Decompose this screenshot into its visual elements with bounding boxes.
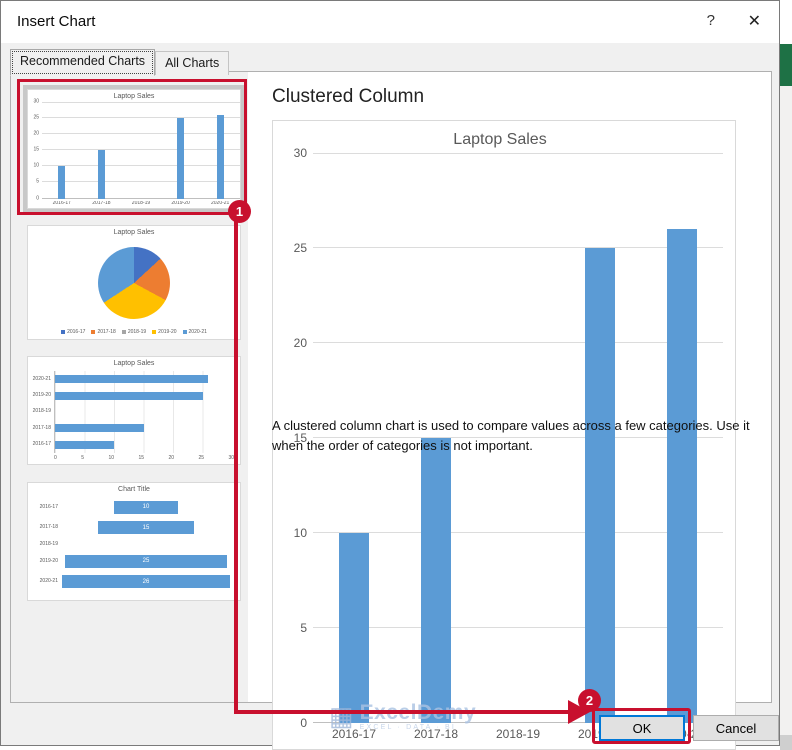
- tab-all-charts[interactable]: All Charts: [155, 51, 230, 75]
- excel-window-edge: [780, 0, 792, 750]
- preview-heading: Clustered Column: [272, 86, 425, 107]
- chart-description: A clustered column chart is used to comp…: [272, 418, 750, 453]
- exceldemy-watermark: ▦ ExcelDemy EXCEL · DATA · BI: [329, 701, 476, 731]
- thumbnail-pie-chart: Laptop Sales 2016-17 2017-18 2018-19 2019-20…: [27, 225, 241, 340]
- tab-all-charts-label: All Charts: [165, 56, 220, 70]
- dialog-title: Insert Chart: [17, 13, 96, 30]
- excel-edge-green: [780, 44, 792, 86]
- screen: Insert Chart ? ✕ Recommended Charts All …: [0, 0, 792, 750]
- tab-recommended-charts-label: Recommended Charts: [20, 54, 146, 68]
- thumbnail-funnel-chart: Chart Title 2016-17 10 2017-18 15 2018-19 2019…: [27, 482, 241, 601]
- cancel-button[interactable]: Cancel: [693, 715, 779, 741]
- excel-edge-gray: [780, 735, 792, 750]
- tabstrip: Recommended Charts All Charts: [10, 49, 230, 76]
- thumbnail-funnel[interactable]: Chart Title 2016-17 10 2017-18 15 2018-19 2019…: [23, 478, 245, 605]
- watermark-tagline: EXCEL · DATA · BI: [359, 724, 456, 732]
- annotation-box-step2: [592, 708, 691, 744]
- help-icon[interactable]: ?: [707, 12, 715, 29]
- annotation-step-1-badge: 1: [228, 200, 251, 223]
- tab-recommended-charts[interactable]: Recommended Charts: [10, 49, 156, 76]
- thumbnail-clustered-bar-chart: Laptop Sales 2020-21 2019-20 2018-19 2017-18…: [27, 356, 241, 465]
- preview-panel: Clustered Column Laptop Sales 0 5 10 15 20 25 3…: [248, 72, 771, 750]
- thumbnail-pie[interactable]: Laptop Sales 2016-17 2017-18 2018-19 2019-20…: [23, 221, 245, 344]
- exceldemy-logo-icon: ▦: [329, 701, 354, 732]
- annotation-arrow-vertical-line: [234, 213, 238, 712]
- excel-edge-white: [780, 0, 792, 44]
- annotation-arrow-horizontal-line: [234, 710, 570, 714]
- close-icon[interactable]: ✕: [748, 11, 761, 31]
- thumbnail-clustered-bar[interactable]: Laptop Sales 2020-21 2019-20 2018-19 2017-18…: [23, 352, 245, 469]
- dialog-titlebar: Insert Chart ? ✕: [1, 1, 779, 43]
- annotation-box-step1: [17, 79, 247, 215]
